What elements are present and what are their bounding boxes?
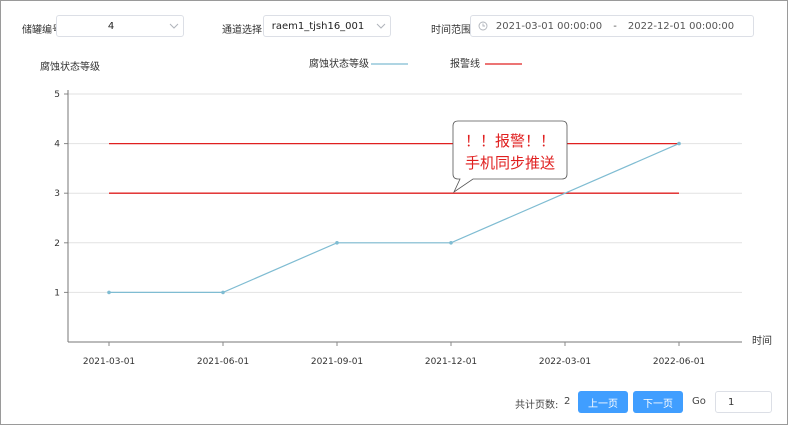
x-tick-label: 2021-03-01: [83, 357, 135, 367]
next-page-button[interactable]: 下一页: [633, 391, 683, 413]
x-tick-label: 2021-06-01: [197, 357, 249, 367]
data-point: [449, 241, 453, 245]
go-label: Go: [692, 396, 706, 407]
series-line: [109, 143, 680, 293]
y-axis-title: 腐蚀状态等级: [40, 60, 100, 73]
x-axis-title: 时间: [752, 334, 772, 347]
x-tick-label: 2021-12-01: [425, 357, 477, 367]
corrosion-chart: 1 2 3 4 5 2021-03-01 2021-06-01 2021-09-01 2021-…: [40, 57, 772, 367]
data-point: [677, 141, 681, 146]
callout-line-2: 手机同步推送: [465, 154, 555, 172]
x-tick-label: 2021-09-01: [311, 357, 363, 367]
y-tick-label: 3: [54, 189, 60, 199]
pager-total-value: 2: [564, 396, 571, 407]
data-point: [107, 290, 111, 295]
pager-total-label: 共计页数:: [515, 400, 559, 411]
callout-line-1: ！！报警！！: [465, 132, 555, 150]
legend-series-label: 腐蚀状态等级: [309, 57, 369, 70]
data-point: [335, 241, 339, 245]
y-tick-label: 5: [54, 90, 60, 100]
y-tick-label: 4: [54, 140, 60, 150]
x-tick-label: 2022-06-01: [653, 357, 705, 367]
x-tick-label: 2022-03-01: [539, 357, 591, 367]
prev-page-button[interactable]: 上一页: [578, 391, 628, 413]
y-tick-label: 2: [54, 239, 60, 249]
legend-alarm-label: 报警线: [450, 57, 480, 70]
go-page-input[interactable]: [715, 391, 772, 413]
y-tick-label: 1: [54, 288, 60, 298]
data-point: [221, 290, 225, 295]
